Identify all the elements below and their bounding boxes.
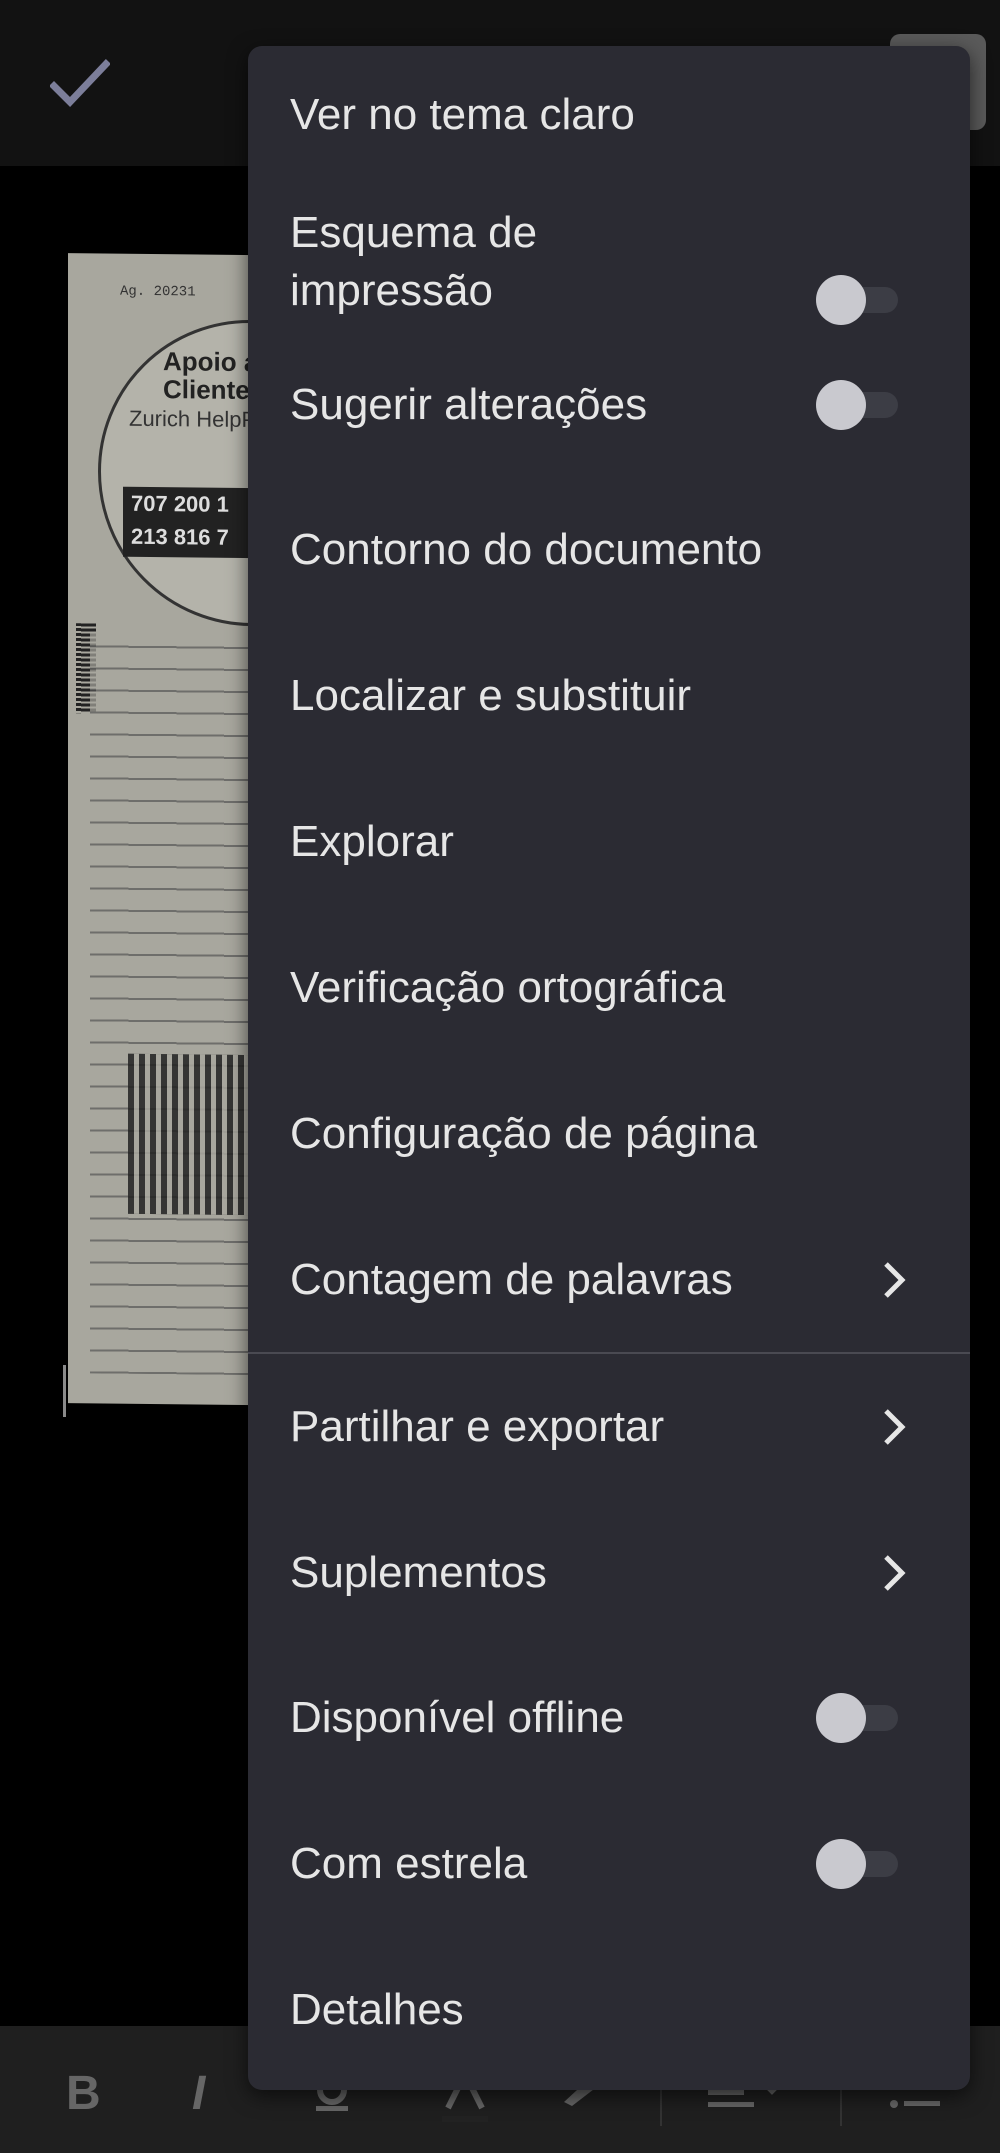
menu-item-label: Com estrela xyxy=(290,1839,528,1888)
menu-item-label: Configuração de página xyxy=(290,1109,758,1158)
menu-item-partilhar-e-exportar[interactable]: Partilhar e exportar xyxy=(248,1354,970,1500)
menu-item-esquema-de-impressao[interactable]: Esquema de impressão xyxy=(248,158,970,325)
menu-item-explorar[interactable]: Explorar xyxy=(248,748,970,894)
chevron-right-icon xyxy=(884,1555,906,1591)
menu-item-label: Partilhar e exportar xyxy=(290,1402,665,1451)
bold-button[interactable]: B xyxy=(66,2066,101,2121)
menu-item-label: Explorar xyxy=(290,817,454,866)
overflow-menu: Ver no tema claro Esquema de impressão Sug… xyxy=(248,46,970,2090)
toggle-thumb xyxy=(816,1693,866,1743)
menu-item-contorno-do-documento[interactable]: Contorno do documento xyxy=(248,456,970,602)
toggle-switch[interactable] xyxy=(816,1839,902,1889)
seal-title: Apoio a Cliente xyxy=(163,346,258,406)
menu-item-ver-no-tema-claro[interactable]: Ver no tema claro xyxy=(248,46,970,158)
toggle-switch[interactable] xyxy=(816,1693,902,1743)
menu-item-label: Detalhes xyxy=(290,1985,464,2034)
check-icon[interactable] xyxy=(50,58,110,110)
menu-item-disponivel-offline[interactable]: Disponível offline xyxy=(248,1646,970,1792)
menu-item-label: Ver no tema claro xyxy=(290,90,635,139)
toggle-thumb xyxy=(816,1839,866,1889)
italic-button[interactable]: I xyxy=(192,2066,205,2121)
seal-subtitle: Zurich HelpP xyxy=(129,405,257,433)
menu-item-configuracao-de-pagina[interactable]: Configuração de página xyxy=(248,1040,970,1186)
menu-item-label: Disponível offline xyxy=(290,1693,625,1742)
menu-item-label: Esquema de impressão xyxy=(290,208,538,315)
document-header-code: Ag. 20231 xyxy=(120,283,196,301)
menu-item-label: Contagem de palavras xyxy=(290,1255,733,1304)
menu-item-detalhes[interactable]: Detalhes xyxy=(248,1938,970,2047)
chevron-right-icon xyxy=(884,1262,906,1298)
menu-item-sugerir-alteracoes[interactable]: Sugerir alterações xyxy=(248,316,970,456)
menu-item-label: Sugerir alterações xyxy=(290,380,648,429)
menu-item-label: Suplementos xyxy=(290,1548,547,1597)
chevron-right-icon xyxy=(884,1409,906,1445)
text-cursor xyxy=(63,1365,66,1417)
menu-item-suplementos[interactable]: Suplementos xyxy=(248,1500,970,1646)
menu-item-label: Verificação ortográfica xyxy=(290,963,726,1012)
toggle-switch[interactable] xyxy=(816,380,902,430)
menu-item-label: Contorno do documento xyxy=(290,525,763,574)
menu-item-label: Localizar e substituir xyxy=(290,671,692,720)
menu-item-localizar-e-substituir[interactable]: Localizar e substituir xyxy=(248,602,970,748)
menu-item-com-estrela[interactable]: Com estrela xyxy=(248,1792,970,1938)
menu-item-verificacao-ortografica[interactable]: Verificação ortográfica xyxy=(248,894,970,1040)
menu-item-contagem-de-palavras[interactable]: Contagem de palavras xyxy=(248,1186,970,1332)
toggle-thumb xyxy=(816,380,866,430)
